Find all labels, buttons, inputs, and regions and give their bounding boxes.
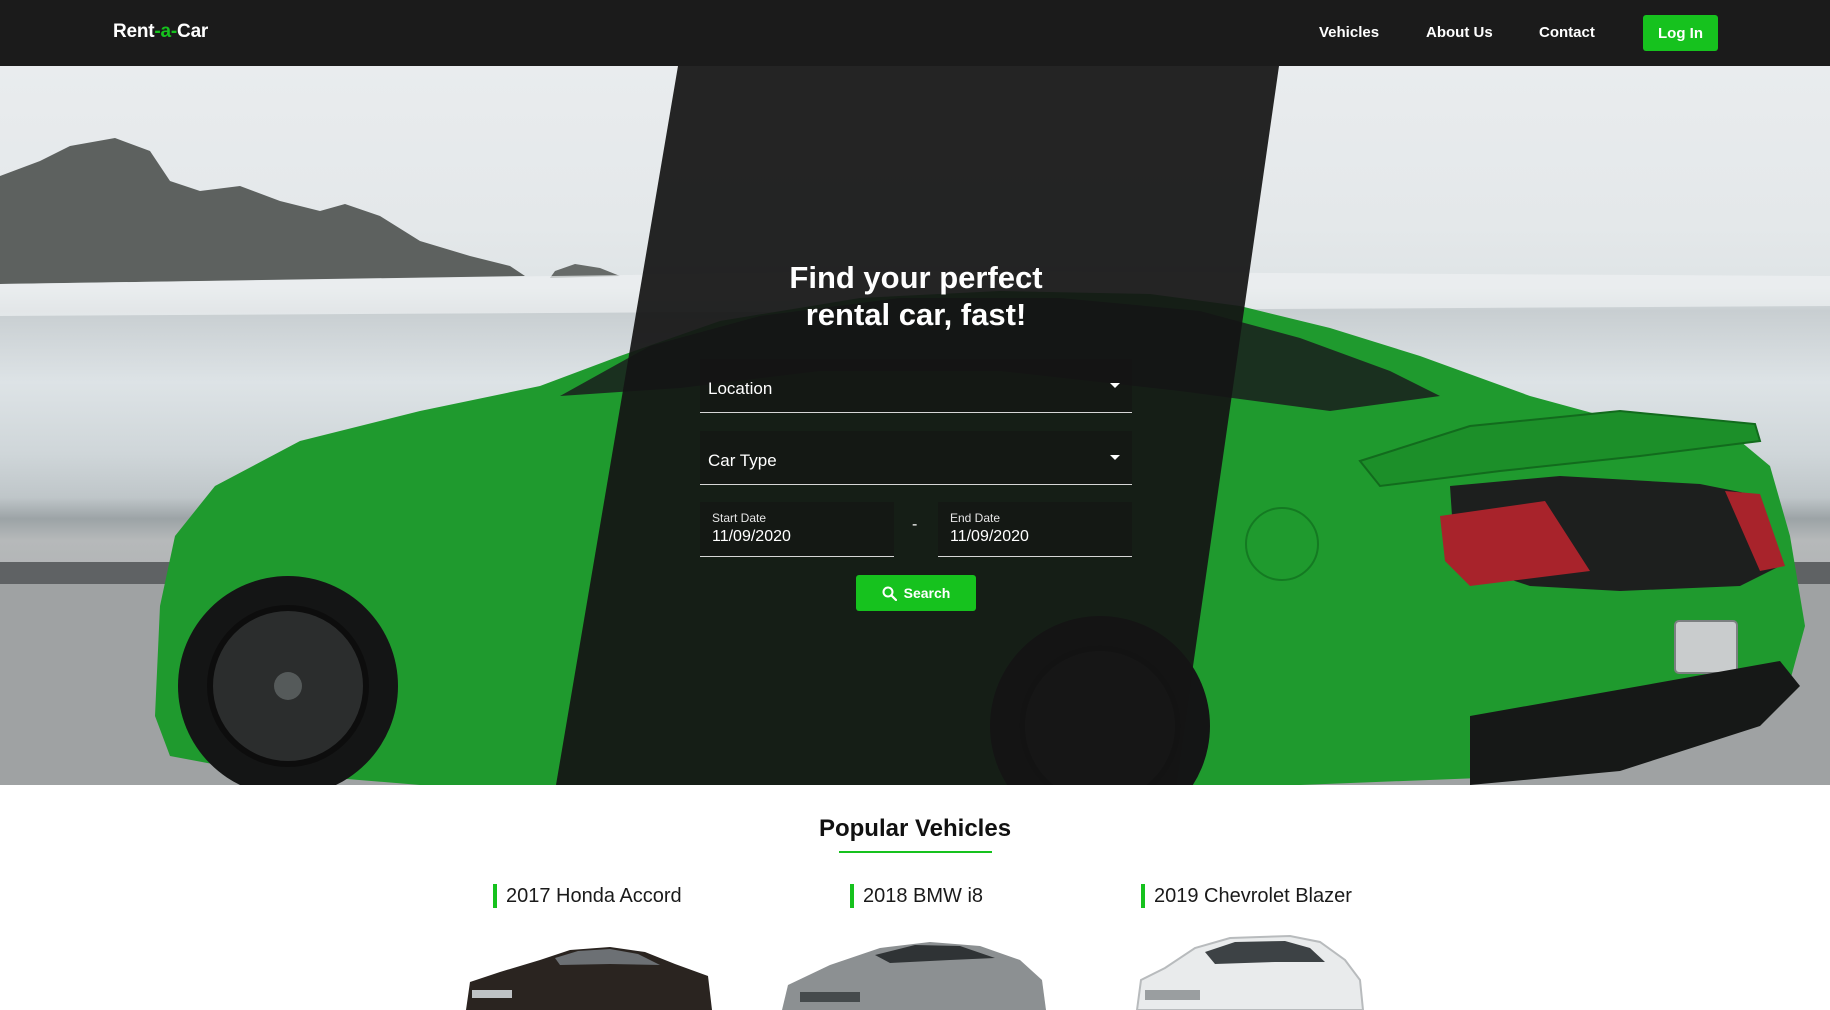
search-button[interactable]: Search <box>856 575 976 611</box>
nav-link-contact[interactable]: Contact <box>1539 24 1595 41</box>
end-date-field[interactable]: End Date 11/09/2020 <box>938 502 1132 557</box>
car-type-select-label: Car Type <box>708 451 777 470</box>
chevrolet-blazer-image[interactable] <box>1135 930 1365 1010</box>
start-date-label: Start Date <box>712 511 767 525</box>
search-button-label: Search <box>903 585 951 601</box>
car-grille-shape <box>472 990 512 998</box>
vehicle-card-title[interactable]: 2017 Honda Accord <box>493 884 682 908</box>
end-date-label: End Date <box>950 511 1001 525</box>
start-date-value: 11/09/2020 <box>712 528 791 545</box>
hero-title-line1: Find your perfect <box>789 260 1043 295</box>
end-date-value: 11/09/2020 <box>950 528 1029 545</box>
slanted-panel-shape <box>556 66 1279 785</box>
login-button[interactable]: Log In <box>1643 15 1718 51</box>
logo-text-middle: -a- <box>154 21 178 42</box>
brand-logo[interactable]: Rent-a-Car <box>113 21 208 43</box>
date-separator: - <box>912 516 918 533</box>
hero-title-line2: rental car, fast! <box>805 297 1027 332</box>
logo-text-right: Car <box>177 21 209 42</box>
hero-title: Find your perfect rental car, fast! <box>716 259 1116 333</box>
start-date-field[interactable]: Start Date 11/09/2020 <box>700 502 894 557</box>
bmw-i8-image[interactable] <box>780 930 1050 1010</box>
location-select[interactable]: Location <box>700 359 1132 413</box>
location-select-label: Location <box>708 379 773 398</box>
caret-down-icon <box>1110 455 1120 460</box>
car-intake-shape <box>800 992 860 1002</box>
nav-link-about-us[interactable]: About Us <box>1426 24 1493 41</box>
caret-down-icon <box>1110 383 1120 388</box>
popular-vehicles-title: Popular Vehicles <box>818 815 1012 842</box>
search-icon <box>882 586 897 601</box>
nav-link-vehicles[interactable]: Vehicles <box>1319 24 1379 41</box>
search-panel-backdrop <box>556 66 1279 785</box>
vehicle-card-title[interactable]: 2019 Chevrolet Blazer <box>1141 884 1352 908</box>
logo-text-left: Rent <box>113 21 155 42</box>
vehicle-card-title[interactable]: 2018 BMW i8 <box>850 884 983 908</box>
honda-accord-image[interactable] <box>460 930 720 1010</box>
car-grille-shape <box>1145 990 1200 1000</box>
hero-section: Find your perfect rental car, fast! <box>0 66 1830 785</box>
navbar: Rent-a-Car Vehicles About Us Contact Log… <box>0 0 1830 66</box>
car-type-select[interactable]: Car Type <box>700 431 1132 485</box>
section-title-underline <box>839 851 992 853</box>
